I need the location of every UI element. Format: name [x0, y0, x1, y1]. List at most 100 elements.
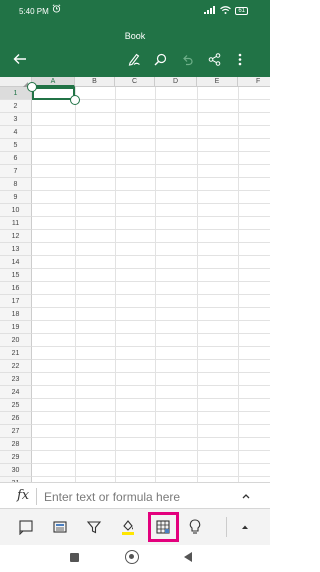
- row-header[interactable]: 2: [0, 100, 32, 113]
- status-bar: 5:40 PM 61: [0, 0, 270, 22]
- row-header[interactable]: 5: [0, 139, 32, 152]
- selected-cell[interactable]: [32, 87, 75, 100]
- document-title: Book: [124, 31, 146, 41]
- column-header[interactable]: E: [197, 77, 238, 87]
- column-header[interactable]: B: [75, 77, 115, 87]
- grid-line: [32, 190, 270, 191]
- app-header: Book: [0, 22, 270, 78]
- formula-input[interactable]: [44, 489, 234, 505]
- more-vertical-icon: [238, 53, 242, 65]
- draw-button[interactable]: [124, 49, 144, 69]
- bottom-toolbar: [0, 509, 270, 545]
- spreadsheet-grid[interactable]: A B C D E F 1 2 3 4 5 6 7 8 9 10 11 12 13 14 15 16 17 18 1…: [0, 77, 270, 482]
- comment-button[interactable]: [15, 517, 37, 537]
- back-arrow-icon: [13, 54, 26, 64]
- grid-line: [32, 242, 270, 243]
- grid-line: [32, 203, 270, 204]
- undo-icon: [182, 54, 193, 65]
- grid-line: [32, 177, 270, 178]
- wifi-icon: [220, 6, 232, 16]
- grid-line: [32, 450, 270, 451]
- row-header[interactable]: 29: [0, 451, 32, 464]
- row-header[interactable]: 17: [0, 295, 32, 308]
- grid-line: [32, 307, 270, 308]
- row-header[interactable]: 9: [0, 191, 32, 204]
- row-header[interactable]: 16: [0, 282, 32, 295]
- share-icon: [208, 52, 220, 66]
- card-view-button[interactable]: [49, 517, 71, 537]
- row-header[interactable]: 24: [0, 386, 32, 399]
- expand-formula-button[interactable]: [239, 489, 253, 503]
- row-header[interactable]: 21: [0, 347, 32, 360]
- grid-line: [32, 255, 270, 256]
- chevron-up-icon: [242, 525, 248, 529]
- search-button[interactable]: [150, 49, 170, 69]
- fill-color-button[interactable]: [117, 517, 139, 537]
- row-header[interactable]: 3: [0, 113, 32, 126]
- grid-line: [32, 424, 270, 425]
- row-header[interactable]: 26: [0, 412, 32, 425]
- grid-line: [32, 138, 270, 139]
- grid-line: [32, 333, 270, 334]
- back-button[interactable]: [10, 49, 30, 69]
- draw-pen-icon: [128, 53, 140, 66]
- row-header[interactable]: 22: [0, 360, 32, 373]
- row-header[interactable]: 19: [0, 321, 32, 334]
- row-header[interactable]: 14: [0, 256, 32, 269]
- more-options-button[interactable]: [230, 49, 250, 69]
- row-header[interactable]: 4: [0, 126, 32, 139]
- row-header[interactable]: 7: [0, 165, 32, 178]
- row-header[interactable]: 20: [0, 334, 32, 347]
- grid-line: [32, 125, 270, 126]
- row-header[interactable]: 13: [0, 243, 32, 256]
- grid-line: [32, 476, 270, 477]
- back-nav-icon[interactable]: [184, 552, 192, 562]
- row-header[interactable]: 10: [0, 204, 32, 217]
- grid-line: [32, 320, 270, 321]
- grid-line: [32, 346, 270, 347]
- grid-line: [32, 112, 270, 113]
- filter-button[interactable]: [83, 517, 105, 537]
- row-header[interactable]: 30: [0, 464, 32, 477]
- column-header[interactable]: F: [238, 77, 270, 87]
- row-header[interactable]: 6: [0, 152, 32, 165]
- grid-line: [32, 268, 270, 269]
- grid-line: [32, 151, 270, 152]
- fill-color-icon: [122, 520, 134, 535]
- row-header[interactable]: 12: [0, 230, 32, 243]
- ideas-button[interactable]: [184, 517, 206, 537]
- grid-line: [32, 411, 270, 412]
- card-view-icon: [53, 521, 67, 533]
- row-header[interactable]: 27: [0, 425, 32, 438]
- grid-line: [32, 229, 270, 230]
- function-icon[interactable]: fx: [17, 488, 29, 503]
- row-header[interactable]: 11: [0, 217, 32, 230]
- row-header[interactable]: 28: [0, 438, 32, 451]
- signal-icon: [204, 6, 216, 16]
- row-header[interactable]: 18: [0, 308, 32, 321]
- column-header[interactable]: C: [115, 77, 155, 87]
- grid-line: [32, 398, 270, 399]
- navigation-bar: [0, 545, 270, 572]
- selection-handle-end[interactable]: [70, 95, 80, 105]
- recent-apps-icon[interactable]: [70, 553, 79, 562]
- lightbulb-icon: [189, 519, 201, 534]
- row-header[interactable]: 23: [0, 373, 32, 386]
- highlight-box: [148, 512, 179, 542]
- search-icon: [154, 53, 166, 65]
- expand-toolbar-button[interactable]: [234, 517, 256, 537]
- home-icon[interactable]: [125, 550, 139, 564]
- grid-line: [32, 164, 270, 165]
- row-header[interactable]: 8: [0, 178, 32, 191]
- comment-icon: [19, 520, 33, 535]
- column-header[interactable]: A: [32, 77, 75, 87]
- battery-icon: 61: [235, 7, 248, 15]
- row-header[interactable]: 15: [0, 269, 32, 282]
- undo-button[interactable]: [177, 49, 197, 69]
- row-header[interactable]: 25: [0, 399, 32, 412]
- selection-handle-start[interactable]: [27, 82, 37, 92]
- grid-line: [32, 294, 270, 295]
- column-header[interactable]: D: [155, 77, 197, 87]
- share-button[interactable]: [204, 49, 224, 69]
- grid-line: [32, 463, 270, 464]
